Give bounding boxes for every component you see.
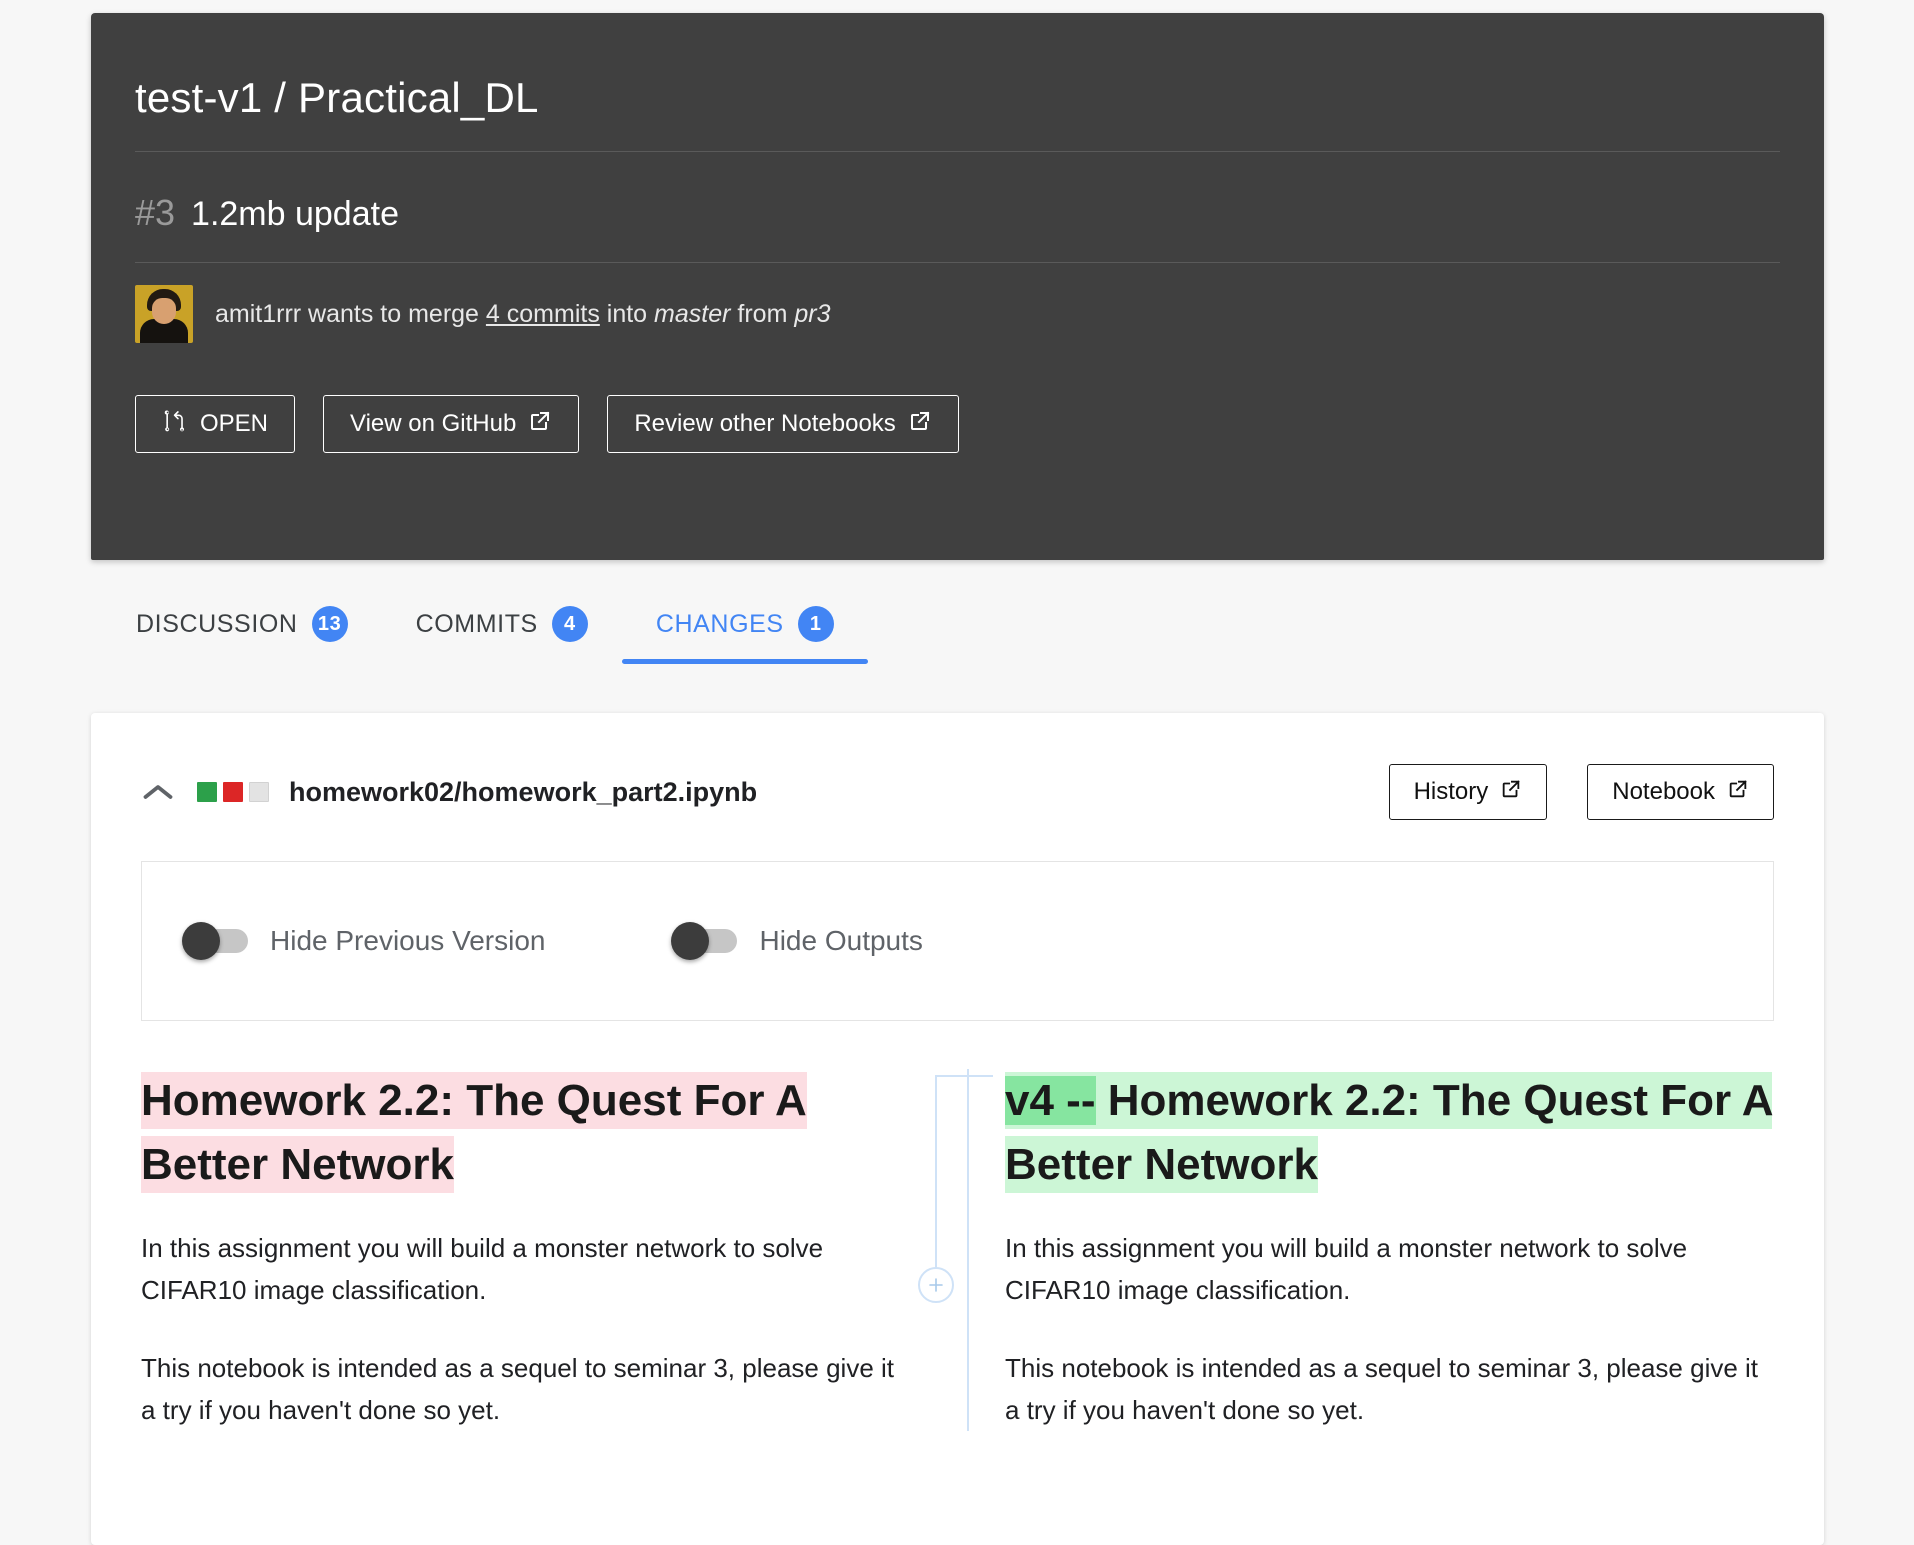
avatar [135, 285, 193, 344]
tab-changes[interactable]: CHANGES 1 [621, 584, 868, 664]
diff-left-paragraph-2: This notebook is intended as a sequel to… [141, 1352, 895, 1425]
diff-comment-gutter [908, 1069, 994, 1431]
hide-outputs-label: Hide Outputs [759, 925, 923, 956]
pr-tabs: DISCUSSION 13 COMMITS 4 CHANGES 1 [91, 584, 1824, 676]
file-path: homework02/homework_part2.ipynb [289, 776, 758, 807]
pr-number: #3 [135, 192, 176, 234]
add-comment-button[interactable] [918, 1267, 955, 1303]
header-actions: OPEN View on GitHub Review other Noteboo… [135, 343, 1780, 454]
diff-left-heading-wrap: Homework 2.2: The Quest For A Better Net… [141, 1069, 908, 1197]
diff-stat-added [197, 782, 217, 802]
diff-stat-squares [197, 782, 269, 802]
review-other-notebooks-label: Review other Notebooks [634, 410, 896, 438]
merge-into-word: into [606, 299, 648, 328]
merge-summary-row: amit1rrr wants to merge 4 commits into m… [135, 263, 1780, 344]
tab-discussion[interactable]: DISCUSSION 13 [91, 584, 382, 664]
diff-added-word: v4 -- [1005, 1076, 1096, 1125]
page-title: 1.2mb update [191, 195, 399, 234]
view-on-github-label: View on GitHub [350, 410, 517, 438]
toggle-track [182, 922, 248, 960]
pull-request-icon [162, 408, 188, 441]
diff-options-panel: Hide Previous Version Hide Outputs [141, 861, 1774, 1021]
commits-link[interactable]: 4 commits [486, 300, 600, 328]
tab-commits[interactable]: COMMITS 4 [382, 584, 622, 664]
notebook-button-label: Notebook [1612, 778, 1715, 805]
toggle-track [671, 922, 738, 960]
base-branch: master [654, 299, 731, 328]
diff-right-paragraph-2: This notebook is intended as a sequel to… [1005, 1352, 1759, 1425]
hide-previous-version-label: Hide Previous Version [270, 925, 546, 956]
hide-previous-version-toggle[interactable]: Hide Previous Version [182, 922, 546, 960]
diff-left-pane: Homework 2.2: The Quest For A Better Net… [141, 1069, 908, 1431]
tab-commits-count: 4 [551, 606, 588, 642]
diff-viewer: Homework 2.2: The Quest For A Better Net… [91, 1069, 1824, 1432]
pr-header-card: test-v1 / Practical_DL #3 1.2mb update a… [91, 13, 1824, 560]
diff-right-rail [967, 1069, 970, 1432]
pr-status-button[interactable]: OPEN [135, 395, 296, 454]
history-button[interactable]: History [1388, 764, 1548, 820]
pr-title-row: #3 1.2mb update [135, 152, 1780, 234]
toggle-knob [671, 922, 710, 960]
merge-author-phrase: amit1rrr wants to merge [215, 299, 479, 328]
file-header-row: homework02/homework_part2.ipynb History … [91, 713, 1824, 825]
external-link-icon [1500, 778, 1522, 807]
diff-added-heading: v4 -- Homework 2.2: The Quest For A Bett… [1005, 1072, 1772, 1193]
tab-commits-label: COMMITS [415, 609, 538, 638]
review-other-notebooks-button[interactable]: Review other Notebooks [607, 395, 959, 454]
toggle-knob [182, 922, 220, 960]
chevron-up-icon[interactable] [141, 775, 175, 809]
external-link-icon [528, 409, 552, 440]
diff-right-heading-wrap: v4 -- Homework 2.2: The Quest For A Bett… [1005, 1069, 1774, 1197]
external-link-icon [908, 409, 932, 440]
repo-breadcrumb: test-v1 / Practical_DL [135, 74, 539, 121]
tab-changes-label: CHANGES [655, 609, 784, 638]
diff-right-pane: v4 -- Homework 2.2: The Quest For A Bett… [967, 1069, 1774, 1432]
diff-removed-heading: Homework 2.2: The Quest For A Better Net… [141, 1072, 807, 1193]
merge-from-word: from [737, 299, 788, 328]
merge-summary-text: amit1rrr wants to merge 4 commits into m… [215, 300, 831, 329]
diff-left-paragraph-1: In this assignment you will build a mons… [141, 1232, 824, 1305]
notebook-button[interactable]: Notebook [1587, 764, 1774, 820]
tab-discussion-count: 13 [311, 606, 348, 642]
tab-changes-count: 1 [797, 606, 834, 642]
pr-status-label: OPEN [200, 410, 269, 438]
head-branch: pr3 [794, 299, 831, 328]
history-button-label: History [1413, 778, 1489, 805]
hide-outputs-toggle[interactable]: Hide Outputs [671, 922, 923, 960]
diff-stat-removed [223, 782, 243, 802]
diff-stat-unchanged [249, 782, 269, 802]
view-on-github-button[interactable]: View on GitHub [323, 395, 580, 454]
page-root: test-v1 / Practical_DL #3 1.2mb update a… [0, 0, 1914, 1545]
gutter-vertical-line [935, 1075, 938, 1275]
external-link-icon [1727, 778, 1749, 807]
diff-added-heading-rest: Homework 2.2: The Quest For A Better Net… [1005, 1076, 1772, 1189]
file-diff-card: homework02/homework_part2.ipynb History … [91, 713, 1824, 1545]
tab-discussion-label: DISCUSSION [136, 609, 298, 638]
diff-right-paragraph-1: In this assignment you will build a mons… [1005, 1232, 1688, 1305]
